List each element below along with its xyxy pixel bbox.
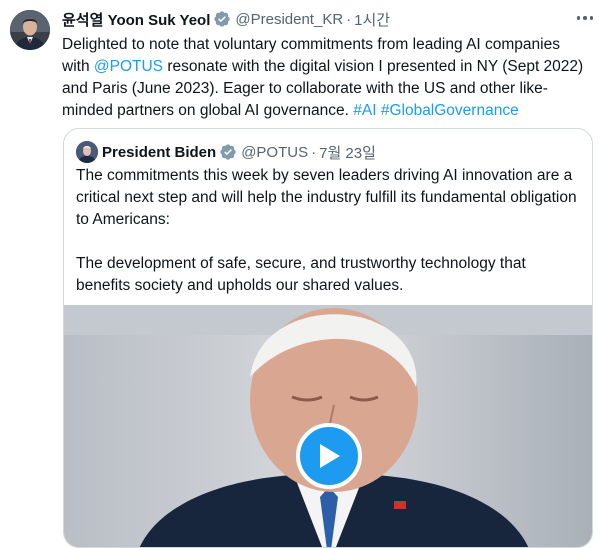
quoted-tweet-text: The commitments this week by seven leade…	[76, 165, 581, 297]
author-avatar[interactable]	[10, 10, 50, 50]
quoted-author-handle[interactable]: @POTUS	[241, 144, 308, 161]
quoted-separator-dot: ·	[311, 143, 317, 161]
more-options-icon[interactable]	[572, 8, 598, 28]
hashtag-link-globalgovernance[interactable]: #GlobalGovernance	[381, 102, 519, 119]
avatar-photo	[10, 10, 50, 50]
tweet-header: 윤석열 Yoon Suk Yeol @President_KR · 1시간	[62, 9, 390, 29]
quoted-paragraph-2: The development of safe, secure, and tru…	[76, 255, 526, 294]
quoted-avatar-photo	[76, 141, 98, 163]
quoted-verified-badge-icon	[220, 144, 236, 160]
hashtag-link-ai[interactable]: #AI	[353, 102, 376, 119]
quoted-tweet-date[interactable]: 7월 23일	[319, 142, 376, 163]
quoted-tweet-header: President Biden @POTUS · 7월 23일	[102, 141, 376, 163]
play-icon[interactable]	[296, 423, 362, 489]
author-name[interactable]: 윤석열 Yoon Suk Yeol	[62, 9, 210, 30]
quoted-author-avatar[interactable]	[76, 141, 98, 163]
quoted-author-name[interactable]: President Biden	[102, 144, 216, 161]
author-handle[interactable]: @President_KR	[235, 11, 343, 28]
verified-badge-icon	[214, 11, 231, 27]
tweet-timestamp[interactable]: 1시간	[354, 9, 390, 30]
tweet-text: Delighted to note that voluntary commitm…	[62, 34, 590, 122]
video-thumbnail[interactable]	[64, 305, 592, 547]
quoted-tweet-card[interactable]: President Biden @POTUS · 7월 23일 The comm…	[63, 128, 593, 548]
separator-dot: ·	[346, 10, 352, 28]
mention-link[interactable]: @POTUS	[94, 58, 163, 75]
play-triangle-icon	[320, 444, 340, 468]
quoted-paragraph-1: The commitments this week by seven leade…	[76, 167, 577, 228]
